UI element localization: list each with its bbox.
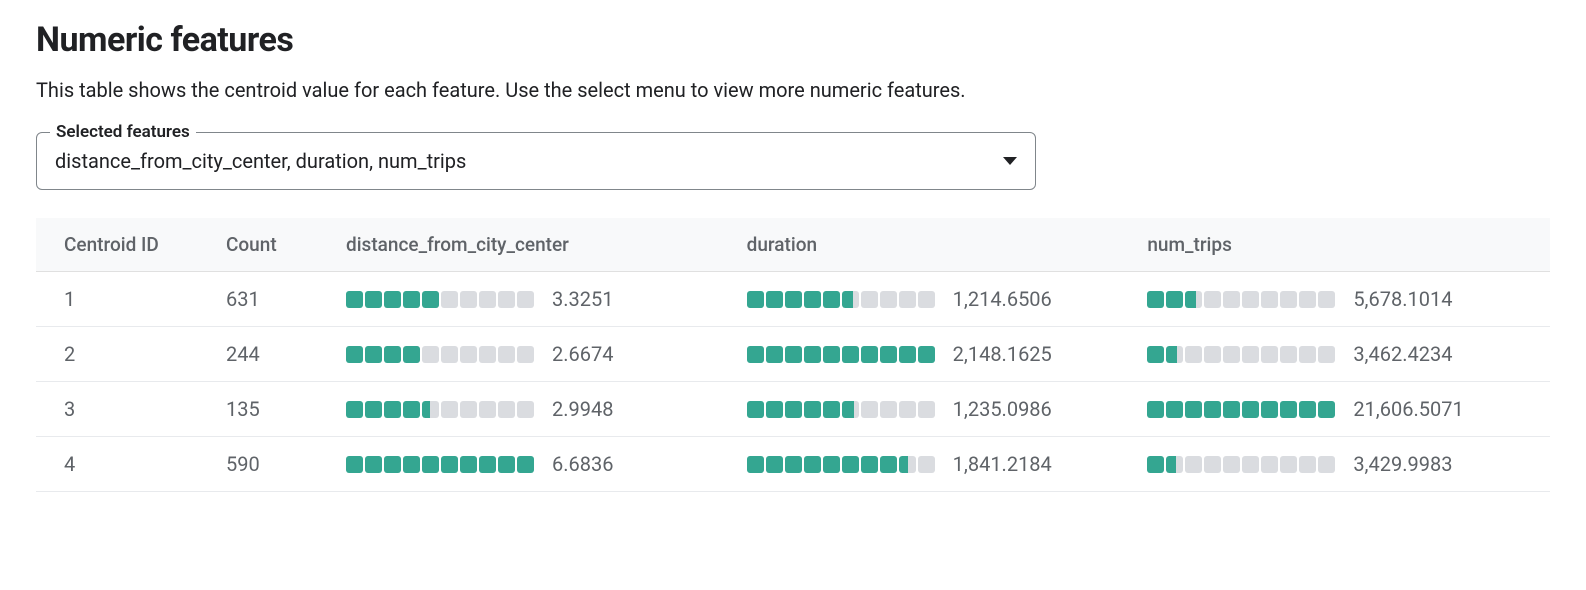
centroid-table: Centroid IDCountdistance_from_city_cente… <box>36 218 1550 492</box>
bar-chart-icon <box>346 401 534 418</box>
selected-features-select[interactable]: Selected features distance_from_city_cen… <box>36 132 1036 190</box>
table-row: 3135 2.9948 1,235.0986 21,606.5071 <box>36 382 1550 437</box>
col-count: Count <box>216 218 336 272</box>
cell-centroid-id: 1 <box>36 272 216 327</box>
cell-feature: 2.6674 <box>336 327 737 382</box>
cell-feature: 2,148.1625 <box>737 327 1138 382</box>
feature-value: 1,235.0986 <box>953 397 1053 421</box>
chevron-down-icon <box>1003 157 1017 165</box>
cell-feature: 6.6836 <box>336 437 737 492</box>
cell-centroid-id: 2 <box>36 327 216 382</box>
col-feature: num_trips <box>1137 218 1550 272</box>
feature-value: 2.6674 <box>552 342 652 366</box>
bar-chart-icon <box>747 291 935 308</box>
cell-feature: 21,606.5071 <box>1137 382 1550 437</box>
feature-value: 3,462.4234 <box>1353 342 1453 366</box>
cell-feature: 3,462.4234 <box>1137 327 1550 382</box>
feature-value: 3,429.9983 <box>1353 452 1453 476</box>
bar-chart-icon <box>346 346 534 363</box>
bar-chart-icon <box>747 401 935 418</box>
select-label: Selected features <box>50 122 196 142</box>
table-row: 2244 2.6674 2,148.1625 3,462.4234 <box>36 327 1550 382</box>
bar-chart-icon <box>1147 401 1335 418</box>
bar-chart-icon <box>1147 346 1335 363</box>
cell-count: 631 <box>216 272 336 327</box>
feature-value: 5,678.1014 <box>1353 287 1453 311</box>
feature-value: 3.3251 <box>552 287 652 311</box>
feature-value: 6.6836 <box>552 452 652 476</box>
page-title: Numeric features <box>36 20 1550 60</box>
cell-count: 244 <box>216 327 336 382</box>
bar-chart-icon <box>747 456 935 473</box>
feature-value: 21,606.5071 <box>1353 397 1463 421</box>
cell-feature: 1,235.0986 <box>737 382 1138 437</box>
feature-value: 2,148.1625 <box>953 342 1053 366</box>
feature-value: 1,841.2184 <box>953 452 1053 476</box>
cell-feature: 1,841.2184 <box>737 437 1138 492</box>
bar-chart-icon <box>747 346 935 363</box>
cell-feature: 3.3251 <box>336 272 737 327</box>
bar-chart-icon <box>346 456 534 473</box>
feature-value: 1,214.6506 <box>953 287 1053 311</box>
col-feature: distance_from_city_center <box>336 218 737 272</box>
cell-feature: 5,678.1014 <box>1137 272 1550 327</box>
cell-count: 135 <box>216 382 336 437</box>
cell-centroid-id: 4 <box>36 437 216 492</box>
col-feature: duration <box>737 218 1138 272</box>
cell-feature: 2.9948 <box>336 382 737 437</box>
cell-feature: 3,429.9983 <box>1137 437 1550 492</box>
bar-chart-icon <box>1147 456 1335 473</box>
table-row: 4590 6.6836 1,841.2184 3,429.9983 <box>36 437 1550 492</box>
select-value: distance_from_city_center, duration, num… <box>55 149 1003 173</box>
cell-count: 590 <box>216 437 336 492</box>
table-header-row: Centroid IDCountdistance_from_city_cente… <box>36 218 1550 272</box>
feature-value: 2.9948 <box>552 397 652 421</box>
page-description: This table shows the centroid value for … <box>36 78 1550 102</box>
cell-feature: 1,214.6506 <box>737 272 1138 327</box>
bar-chart-icon <box>1147 291 1335 308</box>
bar-chart-icon <box>346 291 534 308</box>
col-centroid-id: Centroid ID <box>36 218 216 272</box>
cell-centroid-id: 3 <box>36 382 216 437</box>
table-row: 1631 3.3251 1,214.6506 5,678.1014 <box>36 272 1550 327</box>
